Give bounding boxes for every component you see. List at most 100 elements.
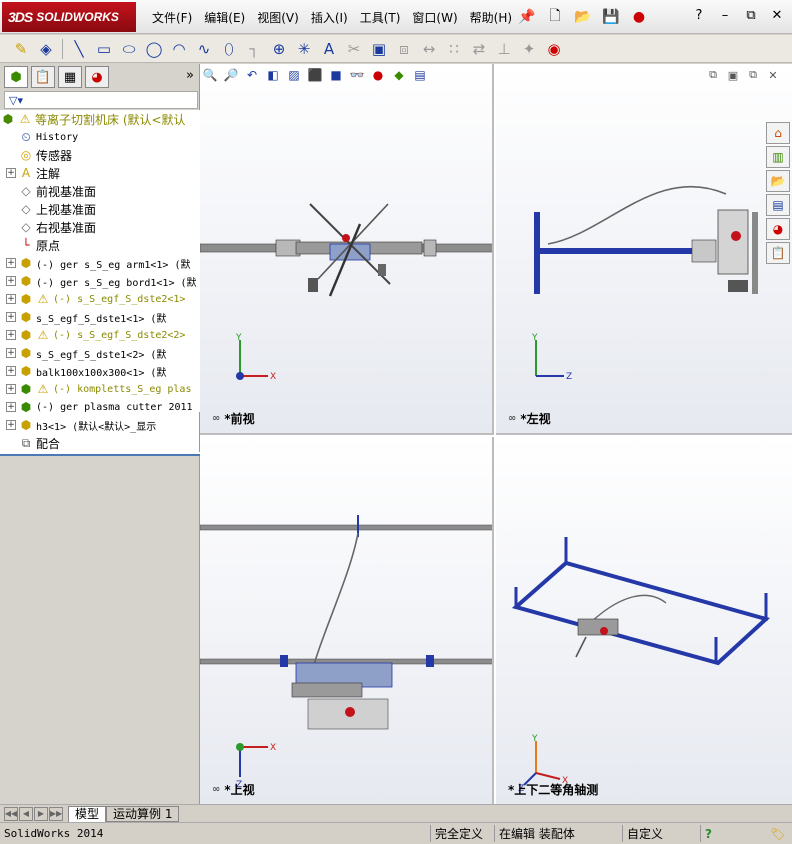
menu-file[interactable]: 文件(F) (146, 9, 198, 26)
file-explorer-icon[interactable]: 📂 (766, 170, 790, 192)
tab-motion-study[interactable]: 运动算例 1 (106, 805, 180, 822)
display-style-icon[interactable]: ■ (328, 67, 344, 83)
filter-icon[interactable]: ▽▾ (9, 94, 23, 107)
offset-icon[interactable]: ⧈ (393, 38, 415, 60)
centerline-point-icon[interactable]: ✳ (293, 38, 315, 60)
expand-panel-icon[interactable]: » (186, 68, 194, 83)
repair-sketch-icon[interactable]: ✦ (518, 38, 540, 60)
tree-root[interactable]: ⬢ ⚠ 等离子切割机床 (默认<默认 (0, 110, 200, 128)
expand-icon[interactable]: + (6, 312, 16, 322)
zoom-to-area-icon[interactable]: 🔎 (223, 67, 239, 83)
viewport-restore-icon[interactable]: ⧉ (746, 68, 760, 82)
linear-pattern-icon[interactable]: ∷ (443, 38, 465, 60)
tree-item[interactable]: + ⬢ s_S_egf_S_dste1<2> (默 (0, 344, 200, 362)
convert-entities-icon[interactable]: ▣ (368, 38, 390, 60)
open-folder-icon[interactable]: 📂 (572, 6, 594, 28)
tree-item[interactable]: + A 注解 (0, 164, 200, 182)
prev-tab-icon[interactable]: ◀ (19, 806, 33, 821)
close-icon[interactable]: ✕ (768, 6, 786, 24)
fillet-icon[interactable]: ┐ (243, 38, 265, 60)
link-views-icon[interactable]: ∞ (212, 413, 220, 424)
line-icon[interactable]: ╲ (68, 38, 90, 60)
link-views-toggle-icon[interactable]: ⧉ (706, 68, 720, 82)
expand-icon[interactable]: + (6, 168, 16, 178)
minimize-icon[interactable]: – (716, 6, 734, 24)
spline-icon[interactable]: ∿ (193, 38, 215, 60)
home-icon[interactable]: ⌂ (766, 122, 790, 144)
tab-model[interactable]: 模型 (68, 805, 107, 822)
tree-item[interactable]: + ⬢ (-) ger s_S_eg bord1<1> (默 (0, 272, 200, 290)
dynamic-annotation-icon[interactable]: ▨ (286, 67, 302, 83)
status-units[interactable]: 自定义 (622, 825, 694, 842)
menu-window[interactable]: 窗口(W) (406, 9, 463, 26)
tree-item[interactable]: + ⬢ ⚠ (-) s_S_egf_S_dste2<1> (0, 290, 200, 308)
feature-manager-tab-icon[interactable]: ⬢ (4, 66, 28, 88)
apply-scene-icon[interactable]: ◆ (391, 67, 407, 83)
property-manager-tab-icon[interactable]: 📋 (31, 66, 55, 88)
circle-icon[interactable]: ◯ (143, 38, 165, 60)
menu-help[interactable]: 帮助(H) (464, 9, 518, 26)
viewport-top[interactable]: X Z ∞ *上视 (200, 437, 494, 804)
viewport-left-label[interactable]: ∞ *左视 (508, 410, 551, 427)
viewport-top-label[interactable]: ∞ *上视 (212, 781, 255, 798)
previous-view-icon[interactable]: ↶ (244, 67, 260, 83)
viewport-isometric-label[interactable]: *上下二等角轴测 (508, 781, 598, 798)
pin-icon[interactable]: 📌 (516, 6, 538, 28)
relations-icon[interactable]: ⊥ (493, 38, 515, 60)
slot-icon[interactable]: ⬭ (118, 38, 140, 60)
zoom-to-fit-icon[interactable]: 🔍 (202, 67, 218, 83)
configuration-manager-tab-icon[interactable]: ▦ (58, 66, 82, 88)
first-tab-icon[interactable]: ◀◀ (4, 806, 18, 821)
trim-icon[interactable]: ✂ (343, 38, 365, 60)
menu-tools[interactable]: 工具(T) (354, 9, 407, 26)
point-icon[interactable]: ⊕ (268, 38, 290, 60)
tree-item[interactable]: ⏲ History (0, 128, 200, 146)
tree-item[interactable]: + ⬢ ⚠ (-) kompletts_S_eg plas (0, 380, 200, 398)
tree-item[interactable]: ◎ 传感器 (0, 146, 200, 164)
menu-view[interactable]: 视图(V) (251, 9, 305, 26)
appearances-icon[interactable]: ◕ (766, 218, 790, 240)
tree-item[interactable]: ◇ 上视基准面 (0, 200, 200, 218)
save-icon[interactable]: 💾 (600, 6, 622, 28)
display-manager-tab-icon[interactable]: ◕ (85, 66, 109, 88)
menu-insert[interactable]: 插入(I) (305, 9, 354, 26)
menu-edit[interactable]: 编辑(E) (198, 9, 251, 26)
tree-item[interactable]: ◇ 右视基准面 (0, 218, 200, 236)
ellipse-icon[interactable]: ⬯ (218, 38, 240, 60)
hide-show-items-icon[interactable]: 👓 (349, 67, 365, 83)
mirror-icon[interactable]: ↔ (418, 38, 440, 60)
viewport-close-icon[interactable]: ✕ (766, 68, 780, 82)
link-views-icon[interactable]: ∞ (508, 413, 516, 424)
tree-filter[interactable]: ▽▾ (4, 91, 198, 109)
viewport-front[interactable]: 🔍 🔎 ↶ ◧ ▨ ⬛ ■ 👓 ● ◆ ▤ Y X ∞ *前视 (200, 64, 494, 435)
expand-icon[interactable]: + (6, 348, 16, 358)
tree-item[interactable]: ◇ 前视基准面 (0, 182, 200, 200)
view-palette-icon[interactable]: ▤ (766, 194, 790, 216)
expand-icon[interactable]: + (6, 276, 16, 286)
tree-item[interactable]: + ⬢ (-) ger plasma cutter 2011 (0, 398, 200, 416)
expand-icon[interactable]: + (6, 420, 16, 430)
last-tab-icon[interactable]: ▶▶ (49, 806, 63, 821)
viewport-left[interactable]: ⧉ ▣ ⧉ ✕ Y Z ∞ *左视 ⌂ ▥ 📂 ▤ ◕ 📋 (496, 64, 792, 435)
edit-appearance-icon[interactable]: ● (370, 67, 386, 83)
expand-icon[interactable]: + (6, 294, 16, 304)
custom-properties-icon[interactable]: 📋 (766, 242, 790, 264)
expand-icon[interactable]: + (6, 366, 16, 376)
text-icon[interactable]: A (318, 38, 340, 60)
viewport-front-label[interactable]: ∞ *前视 (212, 410, 255, 427)
help-icon[interactable]: ? (690, 6, 708, 24)
expand-icon[interactable]: + (6, 330, 16, 340)
tree-item[interactable]: └ 原点 (0, 236, 200, 254)
design-library-icon[interactable]: ▥ (766, 146, 790, 168)
viewport-isometric[interactable]: Y X Z *上下二等角轴测 (496, 437, 792, 804)
restore-icon[interactable]: ⧉ (742, 6, 760, 24)
next-tab-icon[interactable]: ▶ (34, 806, 48, 821)
status-tag-icon[interactable]: 🏷 (766, 825, 790, 842)
expand-icon[interactable]: + (6, 258, 16, 268)
tree-item[interactable]: + ⬢ s_S_egf_S_dste1<1> (默 (0, 308, 200, 326)
quick-snaps-icon[interactable]: ◉ (543, 38, 565, 60)
expand-icon[interactable]: + (6, 402, 16, 412)
section-view-icon[interactable]: ◧ (265, 67, 281, 83)
tree-item[interactable]: + ⬢ h3<1> (默认<默认>_显示 (0, 416, 200, 434)
sketch-icon[interactable]: ✎ (10, 38, 32, 60)
